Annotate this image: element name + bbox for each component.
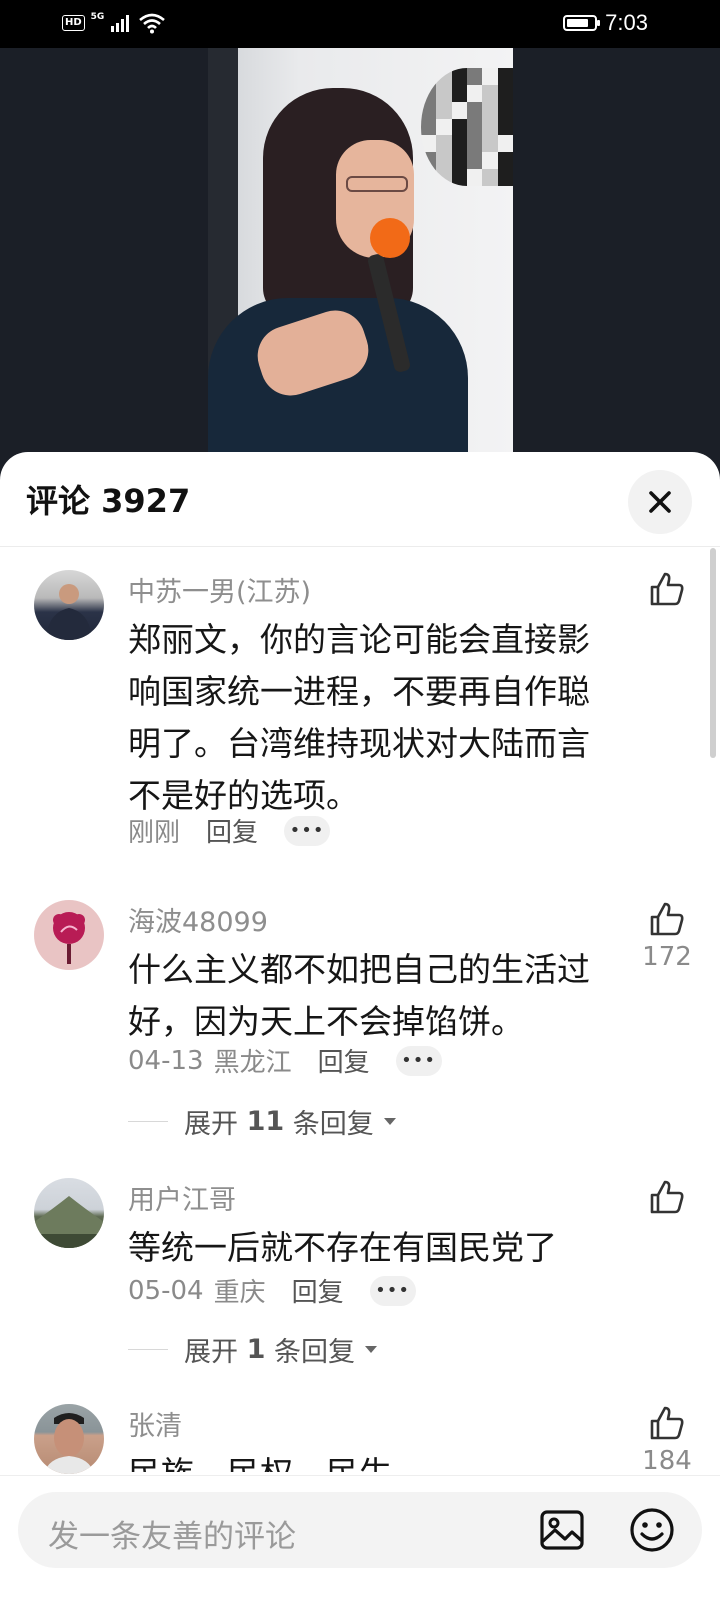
expand-label: 展开 <box>184 1109 247 1140</box>
microphone-head <box>370 218 410 258</box>
more-options-button[interactable]: ••• <box>284 815 331 846</box>
comment-input-bar: 发一条友善的评论 <box>0 1475 720 1601</box>
comment-text: 郑丽文，你的言论可能会直接影响国家统一进程，不要再自作聪明了。台湾维持现状对大陆… <box>128 620 590 815</box>
like-button[interactable]: 184 <box>638 1404 696 1476</box>
wifi-icon <box>139 13 166 34</box>
caret-down-icon <box>383 1118 396 1125</box>
comment-text: 什么主义都不如把自己的生活过好，因为天上不会掉馅饼。 <box>128 950 590 1041</box>
more-options-button[interactable]: ••• <box>369 1275 416 1306</box>
emoji-button[interactable] <box>628 1506 676 1554</box>
avatar-image <box>46 584 92 640</box>
expand-replies-button[interactable]: 展开 1 条回复 <box>128 1330 377 1369</box>
avatar-image <box>53 912 85 964</box>
divider <box>128 1121 168 1122</box>
like-button[interactable] <box>638 1178 696 1220</box>
close-button[interactable] <box>628 470 692 534</box>
status-left: HD 5G <box>62 12 166 34</box>
comments-title: 评论 3927 <box>26 482 191 520</box>
more-icon: ••• <box>289 820 325 841</box>
expand-label: 展开 <box>184 1337 247 1368</box>
comment-date: 05-04 <box>128 1275 204 1306</box>
comment-location: 重庆 <box>213 1278 266 1308</box>
network-type: 5G <box>90 12 105 22</box>
hd-badge: HD <box>62 15 85 31</box>
expand-replies-button[interactable]: 展开 11 条回复 <box>128 1102 396 1141</box>
comment-username[interactable]: 中苏一男(江苏) <box>128 570 311 609</box>
battery-level <box>567 19 589 27</box>
avatar[interactable] <box>34 900 104 970</box>
more-icon: ••• <box>401 1050 437 1071</box>
reply-count: 11 <box>246 1106 285 1137</box>
reply-button[interactable]: 回复 <box>318 1042 370 1079</box>
more-icon: ••• <box>375 1280 411 1301</box>
like-count: 172 <box>642 942 692 972</box>
divider <box>128 1349 168 1350</box>
comment-meta: 刚刚 回复 ••• <box>128 812 331 849</box>
close-icon <box>649 491 671 513</box>
video-frame[interactable] <box>208 48 513 452</box>
pixelated-logo <box>421 68 513 186</box>
more-options-button[interactable]: ••• <box>395 1045 442 1076</box>
image-button[interactable] <box>538 1506 586 1554</box>
comment-input-placeholder: 发一条友善的评论 <box>48 1519 296 1555</box>
comment-username[interactable]: 张清 <box>128 1404 182 1443</box>
comment-username[interactable]: 海波48099 <box>128 900 268 939</box>
emoji-icon <box>630 1508 674 1552</box>
reply-button[interactable]: 回复 <box>292 1272 344 1309</box>
battery-icon <box>563 15 601 31</box>
like-button[interactable]: 172 <box>638 900 696 972</box>
like-count: 184 <box>642 1446 692 1476</box>
speaker-glasses <box>346 176 408 192</box>
signal-icon <box>111 15 130 32</box>
status-right: 7:03 <box>563 10 648 36</box>
avatar-image <box>44 1413 94 1474</box>
expand-label-suffix: 条回复 <box>265 1337 355 1368</box>
thumbs-up-icon <box>650 902 684 936</box>
reply-count: 1 <box>246 1334 266 1365</box>
scrollbar[interactable] <box>710 548 716 758</box>
caret-down-icon <box>364 1346 377 1353</box>
status-bar: HD 5G 7:03 <box>0 0 720 48</box>
like-button[interactable] <box>638 570 696 612</box>
comment-username[interactable]: 用户江哥 <box>128 1178 236 1217</box>
thumbs-up-icon <box>650 1406 684 1440</box>
comment-date: 04-13 <box>128 1045 204 1076</box>
comment-text: 民族、民权、民生。 <box>128 1448 608 1472</box>
avatar[interactable] <box>34 570 104 640</box>
comment-meta: 05-04 重庆 回复 ••• <box>128 1272 416 1309</box>
image-icon <box>540 1510 584 1550</box>
thumbs-up-icon <box>650 1180 684 1214</box>
comments-sheet: 评论 3927 中苏一男(江苏) 郑丽文，你的言论可能会直接影响国家统一进程，不… <box>0 452 720 1600</box>
video-player[interactable] <box>0 48 720 452</box>
reply-button[interactable]: 回复 <box>206 812 258 849</box>
comment-date: 刚刚 <box>128 818 181 848</box>
comment-input[interactable]: 发一条友善的评论 <box>18 1492 702 1568</box>
expand-label-suffix: 条回复 <box>284 1109 374 1140</box>
avatar[interactable] <box>34 1404 104 1474</box>
avatar[interactable] <box>34 1178 104 1248</box>
comment-text-content: 民族、民权、民生。 <box>128 1454 425 1472</box>
comment-location: 黑龙江 <box>213 1048 292 1078</box>
comments-header: 评论 3927 <box>0 452 720 547</box>
avatar-image <box>34 1196 104 1248</box>
comment-text: 等统一后就不存在有国民党了 <box>128 1228 557 1267</box>
comment-meta: 04-13 黑龙江 回复 ••• <box>128 1042 442 1079</box>
clock: 7:03 <box>605 10 648 35</box>
thumbs-up-icon <box>650 572 684 606</box>
